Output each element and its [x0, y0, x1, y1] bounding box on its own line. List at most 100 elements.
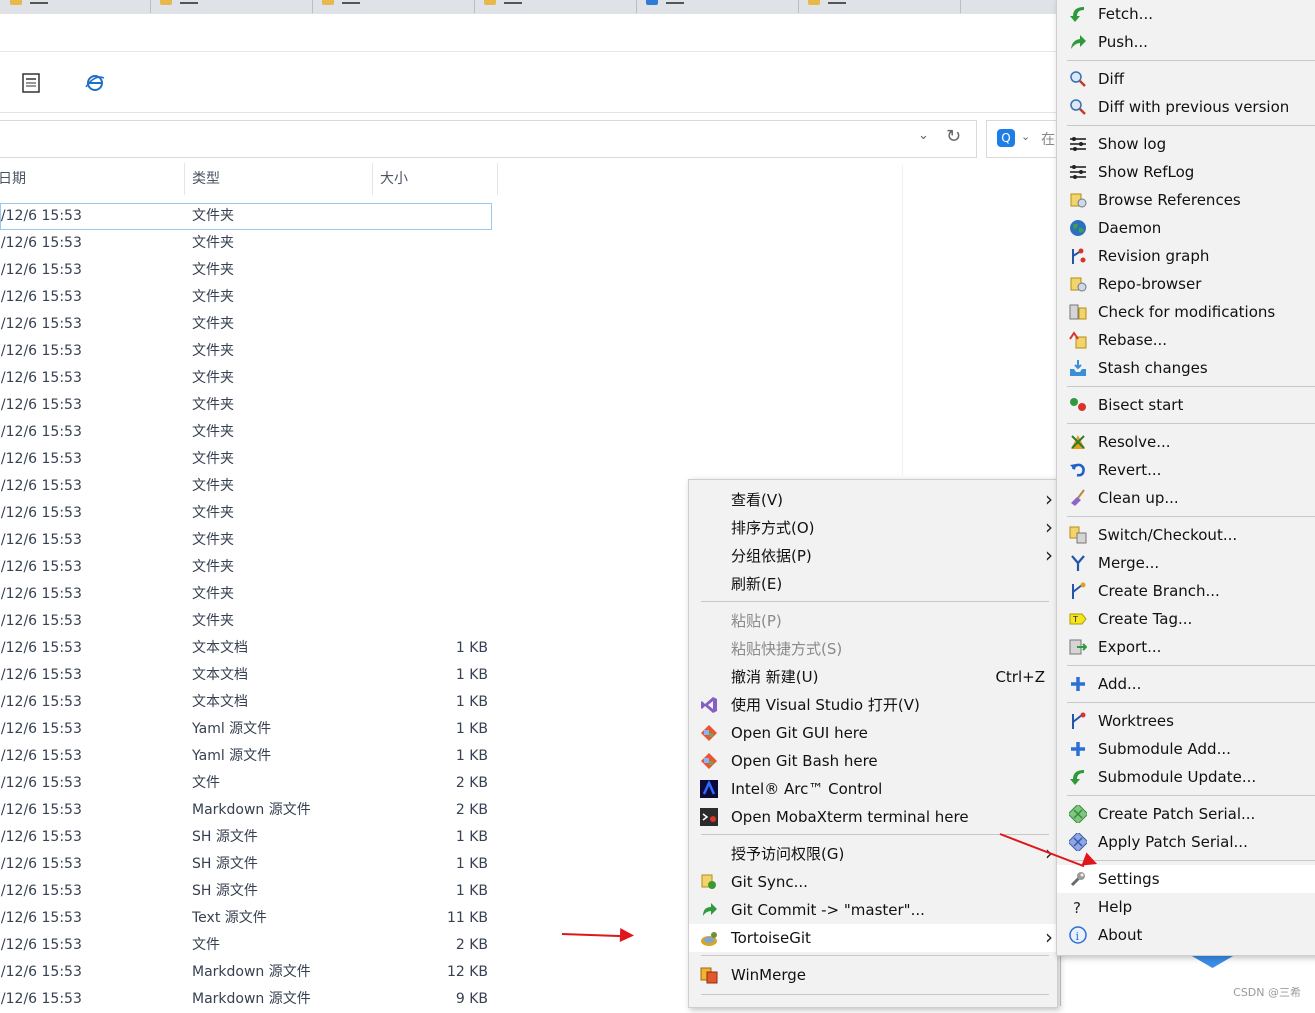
table-row[interactable]: 3/12/6 15:53 文件夹 [0, 203, 492, 230]
chevron-right-icon: › [1045, 515, 1053, 539]
table-row[interactable]: 3/12/6 15:53 SH 源文件 1 KB [0, 878, 500, 905]
table-row[interactable]: 3/12/6 15:53 文件夹 [0, 473, 500, 500]
table-row[interactable]: 3/12/6 15:53 文件 2 KB [0, 770, 500, 797]
menu-item-open-visual-studio[interactable]: 使用 Visual Studio 打开(V) [689, 691, 1057, 719]
menu-item-help[interactable]: ? Help [1057, 893, 1315, 921]
window-tab[interactable] [636, 0, 799, 13]
window-tab[interactable] [798, 0, 961, 13]
menu-item-bisect-start[interactable]: Bisect start [1057, 391, 1315, 419]
table-row[interactable]: 3/12/6 15:53 Markdown 源文件 2 KB [0, 797, 500, 824]
menu-item-add[interactable]: Add... [1057, 670, 1315, 698]
table-row[interactable]: 3/12/6 15:53 Text 源文件 11 KB [0, 905, 500, 932]
window-tab[interactable] [0, 0, 151, 13]
cell-type: Markdown 源文件 [192, 802, 311, 818]
window-tab[interactable] [312, 0, 475, 13]
menu-item-group-by[interactable]: 分组依据(P) › [689, 542, 1057, 570]
menu-item-winmerge[interactable]: WinMerge [689, 961, 1057, 989]
menu-item-about[interactable]: i About [1057, 921, 1315, 949]
menu-item-settings[interactable]: Settings [1057, 865, 1315, 893]
menu-item-tortoisegit[interactable]: TortoiseGit › [689, 924, 1057, 952]
menu-item-show-reflog[interactable]: Show RefLog [1057, 158, 1315, 186]
menu-item-show-log[interactable]: Show log [1057, 130, 1315, 158]
properties-icon[interactable] [20, 72, 42, 94]
menu-item-daemon[interactable]: Daemon [1057, 214, 1315, 242]
info-icon: i [1069, 926, 1087, 944]
menu-item-view[interactable]: 查看(V) › [689, 486, 1057, 514]
table-row[interactable]: 3/12/6 15:53 文本文档 1 KB [0, 689, 500, 716]
menu-item-git-gui[interactable]: Open Git GUI here [689, 719, 1057, 747]
table-row[interactable]: 3/12/6 15:53 文件夹 [0, 311, 500, 338]
table-row[interactable]: 3/12/6 15:53 文本文档 1 KB [0, 662, 500, 689]
menu-item-git-commit[interactable]: Git Commit -> "master"... [689, 896, 1057, 924]
menu-item-switch-checkout[interactable]: Switch/Checkout... [1057, 521, 1315, 549]
menu-item-resolve[interactable]: Resolve... [1057, 428, 1315, 456]
menu-item-merge[interactable]: Merge... [1057, 549, 1315, 577]
table-row[interactable]: 3/12/6 15:53 Markdown 源文件 12 KB [0, 959, 500, 986]
menu-item-undo-new[interactable]: 撤消 新建(U) Ctrl+Z [689, 663, 1057, 691]
menu-item-diff-previous[interactable]: Diff with previous version [1057, 93, 1315, 121]
table-row[interactable]: 3/12/6 15:53 文件夹 [0, 392, 500, 419]
table-row[interactable]: 3/12/6 15:53 文本文档 1 KB [0, 635, 500, 662]
column-divider[interactable] [497, 163, 498, 195]
address-bar[interactable]: ⌄ ↻ [0, 120, 977, 158]
menu-item-mobaxterm[interactable]: Open MobaXterm terminal here [689, 803, 1057, 831]
table-row[interactable]: 3/12/6 15:53 Yaml 源文件 1 KB [0, 743, 500, 770]
column-header-date[interactable]: 日期 [0, 165, 26, 193]
menu-item-git-bash[interactable]: Open Git Bash here [689, 747, 1057, 775]
table-row[interactable]: 3/12/6 15:53 文件夹 [0, 527, 500, 554]
menu-item-rebase[interactable]: Rebase... [1057, 326, 1315, 354]
table-row[interactable]: 3/12/6 15:53 文件夹 [0, 365, 500, 392]
window-tab[interactable] [150, 0, 313, 13]
menu-item-git-sync[interactable]: Git Sync... [689, 868, 1057, 896]
table-row[interactable]: 3/12/6 15:53 Markdown 源文件 9 KB [0, 986, 500, 1013]
menu-item-submodule-update[interactable]: Submodule Update... [1057, 763, 1315, 791]
menu-item-clean-up[interactable]: Clean up... [1057, 484, 1315, 512]
table-row[interactable]: 3/12/6 15:53 Yaml 源文件 1 KB [0, 716, 500, 743]
table-row[interactable]: 3/12/6 15:53 文件夹 [0, 554, 500, 581]
menu-item-sort-by[interactable]: 排序方式(O) › [689, 514, 1057, 542]
chevron-down-icon[interactable]: ⌄ [918, 128, 929, 143]
menu-item-create-patch[interactable]: Create Patch Serial... [1057, 800, 1315, 828]
menu-item-browse-references[interactable]: Browse References [1057, 186, 1315, 214]
menu-item-submodule-add[interactable]: Submodule Add... [1057, 735, 1315, 763]
table-row[interactable]: 3/12/6 15:53 文件夹 [0, 230, 500, 257]
table-row[interactable]: 3/12/6 15:53 文件夹 [0, 257, 500, 284]
internet-explorer-icon[interactable] [84, 72, 106, 94]
table-row[interactable]: 3/12/6 15:53 SH 源文件 1 KB [0, 851, 500, 878]
menu-item-paste-shortcut[interactable]: 粘贴快捷方式(S) [689, 635, 1057, 663]
window-tab[interactable] [474, 0, 637, 13]
column-divider[interactable] [184, 163, 185, 195]
menu-item-worktrees[interactable]: Worktrees [1057, 707, 1315, 735]
table-row[interactable]: 3/12/6 15:53 文件夹 [0, 446, 500, 473]
table-row[interactable]: 3/12/6 15:53 文件夹 [0, 419, 500, 446]
table-row[interactable]: 3/12/6 15:53 文件 2 KB [0, 932, 500, 959]
table-row[interactable]: 3/12/6 15:53 文件夹 [0, 338, 500, 365]
chevron-down-icon[interactable]: ⌄ [1021, 130, 1030, 143]
menu-item-fetch[interactable]: Fetch... [1057, 0, 1315, 28]
menu-item-export[interactable]: Export... [1057, 633, 1315, 661]
menu-item-check-modifications[interactable]: Check for modifications [1057, 298, 1315, 326]
menu-item-repo-browser[interactable]: Repo-browser [1057, 270, 1315, 298]
chevron-right-icon: › [1045, 543, 1053, 567]
menu-item-revert[interactable]: Revert... [1057, 456, 1315, 484]
table-row[interactable]: 3/12/6 15:53 SH 源文件 1 KB [0, 824, 500, 851]
menu-item-apply-patch[interactable]: Apply Patch Serial... [1057, 828, 1315, 856]
menu-item-diff[interactable]: Diff [1057, 65, 1315, 93]
menu-item-push[interactable]: Push... [1057, 28, 1315, 56]
menu-item-intel-arc[interactable]: Intel® Arc™ Control [689, 775, 1057, 803]
column-divider[interactable] [372, 163, 373, 195]
column-header-type[interactable]: 类型 [192, 165, 220, 193]
menu-item-create-tag[interactable]: T Create Tag... [1057, 605, 1315, 633]
table-row[interactable]: 3/12/6 15:53 文件夹 [0, 284, 500, 311]
menu-item-revision-graph[interactable]: Revision graph [1057, 242, 1315, 270]
table-row[interactable]: 3/12/6 15:53 文件夹 [0, 581, 500, 608]
column-header-size[interactable]: 大小 [380, 165, 408, 193]
refresh-icon[interactable]: ↻ [946, 126, 961, 147]
menu-item-grant-access[interactable]: 授予访问权限(G)› [689, 840, 1057, 868]
menu-item-stash-changes[interactable]: Stash changes [1057, 354, 1315, 382]
menu-item-refresh[interactable]: 刷新(E) [689, 570, 1057, 598]
table-row[interactable]: 3/12/6 15:53 文件夹 [0, 500, 500, 527]
table-row[interactable]: 3/12/6 15:53 文件夹 [0, 608, 500, 635]
menu-item-create-branch[interactable]: Create Branch... [1057, 577, 1315, 605]
menu-item-paste[interactable]: 粘贴(P) [689, 607, 1057, 635]
